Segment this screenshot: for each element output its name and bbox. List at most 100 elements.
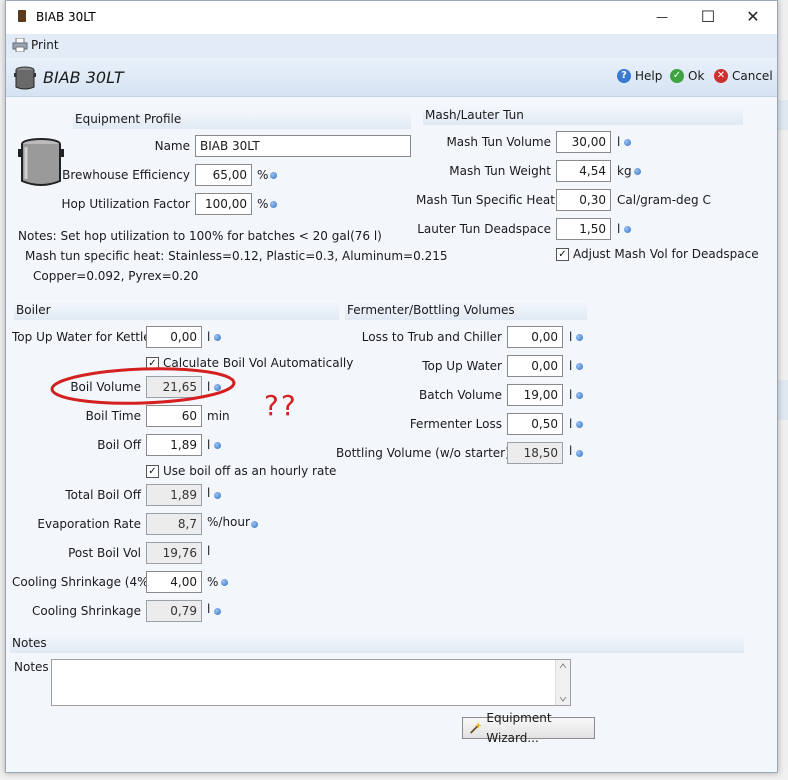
chevron-down-icon[interactable]: [559, 696, 567, 702]
cooling-shrinkage-input[interactable]: 0,79: [146, 600, 202, 622]
checkmark-icon: ✓: [146, 464, 159, 478]
mash-weight-info-icon[interactable]: [634, 168, 641, 175]
ok-label: Ok: [688, 69, 705, 83]
topup-water-unit: l: [569, 359, 573, 373]
cooling-shrinkage-pct-label: Cooling Shrinkage (4%): [12, 575, 154, 589]
boil-time-unit: min: [207, 409, 230, 423]
batch-volume-unit: l: [569, 388, 573, 402]
mash-tun-heat-input[interactable]: 0,30: [556, 189, 611, 211]
maximize-button[interactable]: ☐: [692, 7, 724, 27]
bottling-volume-info-icon[interactable]: [576, 450, 583, 457]
menu-bar: Print: [6, 34, 777, 58]
hop-utilization-input[interactable]: 100,00: [195, 193, 252, 215]
lauter-deadspace-input[interactable]: 1,50: [556, 218, 611, 240]
equipment-wizard-button[interactable]: Equipment Wizard...: [462, 711, 595, 745]
cooling-shrinkage-pct-input[interactable]: 4,00: [146, 571, 202, 593]
lauter-deadspace-label: Lauter Tun Deadspace: [417, 222, 551, 236]
checkmark-icon: ✓: [556, 247, 569, 261]
dialog-header: BIAB 30LT ? Help ✓ Ok ✕ Cancel: [6, 58, 777, 97]
cancel-icon: ✕: [714, 69, 728, 83]
evaporation-rate-unit: %/hour: [207, 515, 250, 529]
notes-textarea[interactable]: [51, 659, 571, 706]
evaporation-info-icon[interactable]: [251, 521, 258, 528]
total-boil-off-label: Total Boil Off: [65, 488, 141, 502]
close-window-button[interactable]: ✕: [737, 7, 769, 27]
trub-loss-input[interactable]: 0,00: [507, 326, 563, 348]
trub-loss-label: Loss to Trub and Chiller: [361, 330, 502, 344]
mash-tun-weight-input[interactable]: 4,54: [556, 160, 611, 182]
mash-tun-volume-unit: l: [617, 135, 621, 149]
minimize-button[interactable]: —: [646, 7, 678, 27]
mash-tun-volume-input[interactable]: 30,00: [556, 131, 611, 153]
hop-info-icon[interactable]: [270, 201, 277, 208]
brewhouse-efficiency-label: Brewhouse Efficiency: [62, 168, 190, 182]
total-boil-off-info-icon[interactable]: [214, 492, 221, 499]
deadspace-info-icon[interactable]: [624, 226, 631, 233]
print-button[interactable]: Print: [12, 38, 59, 52]
bottling-volume-label: Bottling Volume (w/o starter): [336, 446, 510, 460]
hop-utilization-label: Hop Utilization Factor: [61, 197, 190, 211]
ok-button[interactable]: ✓ Ok: [670, 69, 704, 83]
trub-loss-info-icon[interactable]: [576, 334, 583, 341]
topup-kettle-label: Top Up Water for Kettle: [12, 330, 151, 344]
post-boil-vol-unit: l: [207, 544, 211, 558]
boiler-header: Boiler: [14, 300, 339, 320]
fermenter-loss-label: Fermenter Loss: [409, 417, 502, 431]
fermenter-loss-input[interactable]: 0,50: [507, 413, 563, 435]
batch-volume-info-icon[interactable]: [576, 392, 583, 399]
hourly-rate-checkbox[interactable]: ✓ Use boil off as an hourly rate: [146, 464, 336, 478]
notes-label: Notes: [14, 660, 49, 674]
brewhouse-efficiency-unit: %: [257, 168, 269, 182]
lauter-deadspace-unit: l: [617, 222, 621, 236]
bottling-volume-input[interactable]: 18,50: [507, 442, 563, 464]
evaporation-rate-input[interactable]: 8,7: [146, 513, 202, 535]
topup-water-input[interactable]: 0,00: [507, 355, 563, 377]
boil-time-label: Boil Time: [85, 409, 141, 423]
mash-tun-heat-unit: Cal/gram-deg C: [617, 193, 711, 207]
fermenter-loss-info-icon[interactable]: [576, 421, 583, 428]
boil-off-info-icon[interactable]: [214, 442, 221, 449]
hourly-rate-label: Use boil off as an hourly rate: [163, 464, 337, 478]
batch-volume-label: Batch Volume: [419, 388, 502, 402]
help-button[interactable]: ? Help: [617, 69, 662, 83]
cooling-shrinkage-pct-unit: %: [207, 575, 219, 589]
topup-water-info-icon[interactable]: [576, 363, 583, 370]
post-boil-vol-input[interactable]: 19,76: [146, 542, 202, 564]
adjust-mash-vol-checkbox[interactable]: ✓ Adjust Mash Vol for Deadspace: [556, 247, 759, 261]
boil-off-input[interactable]: 1,89: [146, 434, 202, 456]
fermenter-loss-unit: l: [569, 417, 573, 431]
chevron-up-icon[interactable]: [559, 663, 567, 669]
name-label: Name: [154, 139, 190, 153]
window-title: BIAB 30LT: [36, 10, 96, 24]
mash-lauter-header: Mash/Lauter Tun: [423, 105, 743, 125]
mash-tun-heat-label: Mash Tun Specific Heat: [416, 193, 555, 207]
total-boil-off-input[interactable]: 1,89: [146, 484, 202, 506]
print-label: Print: [31, 38, 59, 52]
boil-time-input[interactable]: 60: [146, 405, 202, 427]
topup-water-label: Top Up Water: [422, 359, 502, 373]
topup-kettle-input[interactable]: 0,00: [146, 326, 202, 348]
notes-scrollbar[interactable]: [555, 660, 570, 705]
topup-kettle-info-icon[interactable]: [214, 334, 221, 341]
hop-utilization-unit: %: [257, 197, 269, 211]
notes-line-1: Notes: Set hop utilization to 100% for b…: [18, 229, 382, 243]
evaporation-rate-label: Evaporation Rate: [37, 517, 141, 531]
trub-loss-unit: l: [569, 330, 573, 344]
mash-volume-info-icon[interactable]: [624, 139, 631, 146]
app-icon: [18, 10, 26, 22]
equipment-wizard-label: Equipment Wizard...: [486, 711, 552, 745]
red-circle-annotation: [50, 367, 236, 405]
cooling-shrinkage-unit: l: [207, 602, 211, 616]
wand-icon: [470, 722, 482, 734]
fermenter-header: Fermenter/Bottling Volumes: [345, 300, 587, 320]
name-input[interactable]: BIAB 30LT: [195, 135, 411, 157]
boil-off-unit: l: [207, 438, 211, 452]
cancel-button[interactable]: ✕ Cancel: [714, 69, 773, 83]
brewhouse-efficiency-input[interactable]: 65,00: [195, 164, 252, 186]
mash-tun-weight-unit: kg: [617, 164, 632, 178]
brewhouse-info-icon[interactable]: [270, 172, 277, 179]
batch-volume-input[interactable]: 19,00: [507, 384, 563, 406]
cooling-shrinkage-pct-info-icon[interactable]: [221, 579, 228, 586]
dialog-content: Equipment Profile Name BIAB 30LT Brewhou…: [6, 97, 777, 772]
cooling-shrinkage-info-icon[interactable]: [214, 608, 221, 615]
